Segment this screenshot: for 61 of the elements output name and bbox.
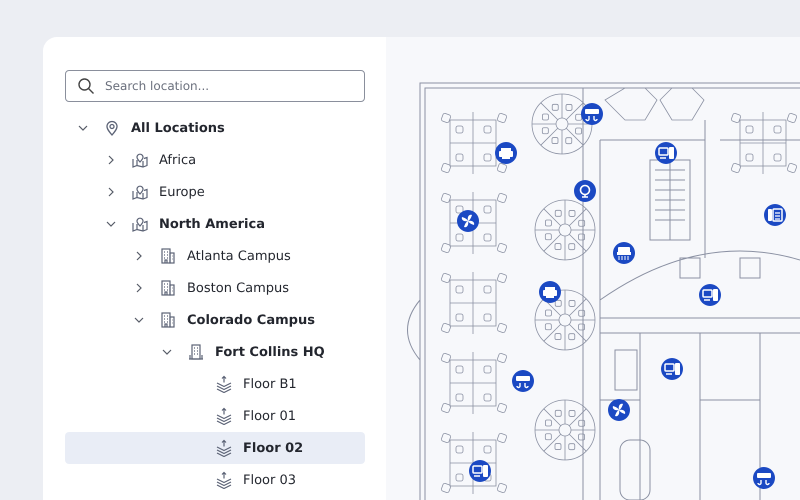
- desk-cluster: [440, 192, 508, 254]
- tree-item-label: Atlanta Campus: [187, 248, 291, 264]
- projector-icon[interactable]: [574, 180, 596, 202]
- tree-item[interactable]: Boston Campus: [65, 272, 365, 304]
- tree-item[interactable]: Floor 03: [65, 464, 365, 496]
- printer-icon[interactable]: [539, 281, 561, 303]
- tree-item[interactable]: Atlanta Campus: [65, 240, 365, 272]
- computer-icon[interactable]: [661, 358, 683, 380]
- tree-item[interactable]: Africa: [65, 144, 365, 176]
- buildings-icon: [159, 311, 177, 329]
- computer-icon[interactable]: [469, 460, 491, 482]
- map-pin-icon: [131, 151, 149, 169]
- air-conditioner-icon[interactable]: [753, 467, 775, 489]
- tree-item-label: All Locations: [131, 120, 225, 136]
- tree-item[interactable]: Floor B1: [65, 368, 365, 400]
- buildings-icon: [159, 247, 177, 265]
- layers-icon: [215, 471, 233, 489]
- phone-icon[interactable]: [764, 204, 786, 226]
- round-table: [534, 200, 596, 260]
- tree-item-label: Floor 03: [243, 472, 296, 488]
- tree-item[interactable]: All Locations: [65, 112, 365, 144]
- round-table: [534, 290, 596, 350]
- layers-icon: [215, 375, 233, 393]
- shredder-icon[interactable]: [613, 242, 635, 264]
- tree-item-label: Floor 01: [243, 408, 296, 424]
- tree-item-label: Africa: [159, 152, 196, 168]
- tree-item[interactable]: Colorado Campus: [65, 304, 365, 336]
- tree-item-label: Colorado Campus: [187, 312, 315, 328]
- search-field[interactable]: Search location...: [65, 70, 365, 102]
- layers-icon: [215, 407, 233, 425]
- map-pin-icon: [131, 215, 149, 233]
- air-conditioner-icon[interactable]: [512, 370, 534, 392]
- tree-item-label: Floor 02: [243, 440, 304, 456]
- air-conditioner-icon[interactable]: [581, 103, 603, 125]
- selected-tree-item[interactable]: Floor 02: [65, 432, 365, 464]
- layers-icon: [215, 439, 233, 457]
- tree-item-label: Europe: [159, 184, 205, 200]
- fan-icon[interactable]: [608, 399, 630, 421]
- round-table: [534, 400, 596, 460]
- tree-item-label: Fort Collins HQ: [215, 344, 325, 360]
- computer-icon[interactable]: [655, 142, 677, 164]
- desk-cluster: [440, 352, 508, 414]
- search-icon: [77, 77, 95, 95]
- desk-cluster: [440, 112, 508, 174]
- building-icon: [187, 343, 205, 361]
- desk-cluster: [440, 272, 508, 334]
- tree-item[interactable]: Floor 01: [65, 400, 365, 432]
- printer-icon[interactable]: [495, 142, 517, 164]
- tree-item-label: North America: [159, 216, 265, 232]
- computer-icon[interactable]: [699, 284, 721, 306]
- desk-cluster: [440, 432, 508, 494]
- tree-item[interactable]: North America: [65, 208, 365, 240]
- fan-icon[interactable]: [457, 210, 479, 232]
- round-table: [532, 94, 592, 154]
- tree-item-label: Boston Campus: [187, 280, 290, 296]
- tree-item[interactable]: Europe: [65, 176, 365, 208]
- tree-item-label: Floor B1: [243, 376, 297, 392]
- desk-cluster: [730, 112, 798, 174]
- tree-item[interactable]: Fort Collins HQ: [65, 336, 365, 368]
- buildings-icon: [159, 279, 177, 297]
- map-pin-icon: [131, 183, 149, 201]
